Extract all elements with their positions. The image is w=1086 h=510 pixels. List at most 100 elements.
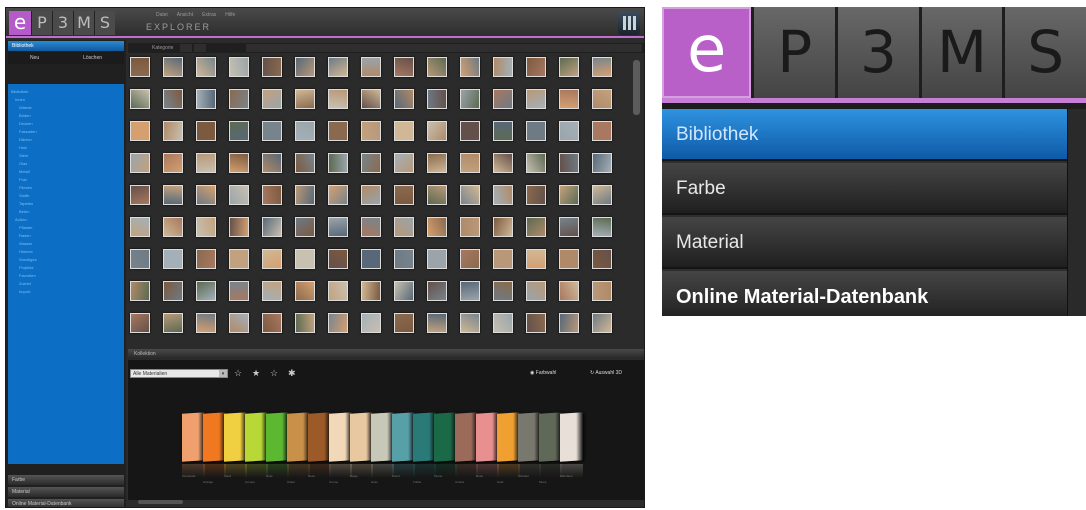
material-thumbnail[interactable] [163,121,183,141]
material-thumbnail[interactable] [328,217,348,237]
material-thumbnail[interactable] [295,281,315,301]
material-thumbnail[interactable] [196,89,216,109]
color-swatch[interactable] [413,412,436,462]
material-thumbnail[interactable] [361,89,381,109]
inset-nav-library[interactable]: Bibliothek [662,109,1067,161]
material-thumbnail[interactable] [361,217,381,237]
material-thumbnail[interactable] [196,313,216,333]
tree-item[interactable]: Bibliothek [11,88,121,96]
material-thumbnail[interactable] [559,281,579,301]
inset-nav-material[interactable]: Material [662,217,1067,269]
new-button[interactable]: Neu [30,55,39,61]
material-thumbnail[interactable] [328,313,348,333]
tree-item[interactable]: Innen [11,96,121,104]
material-thumbnail[interactable] [163,185,183,205]
material-thumbnail[interactable] [592,217,612,237]
color-swatch[interactable] [182,412,205,462]
menu-item-help[interactable]: Hilfe [225,12,235,18]
material-thumbnail[interactable] [163,153,183,173]
menu-item-file[interactable]: Datei [156,12,168,18]
material-thumbnail[interactable] [196,249,216,269]
tree-item[interactable]: Holz [11,144,121,152]
material-thumbnail[interactable] [361,313,381,333]
material-thumbnail[interactable] [361,121,381,141]
material-thumbnail[interactable] [460,89,480,109]
color-pick-button[interactable]: ◉ Farbwahl [530,369,556,378]
material-thumbnail[interactable] [328,249,348,269]
color-swatch[interactable] [560,412,583,462]
material-thumbnail[interactable] [592,249,612,269]
material-thumbnail[interactable] [460,121,480,141]
material-thumbnail[interactable] [394,217,414,237]
collection-scrollbar[interactable] [138,500,183,504]
tree-item[interactable]: Projekte [11,264,121,272]
material-thumbnail[interactable] [262,89,282,109]
material-thumbnail[interactable] [163,313,183,333]
color-swatch[interactable] [455,412,478,462]
tree-item[interactable]: Fassaden [11,128,121,136]
material-thumbnail[interactable] [196,217,216,237]
material-thumbnail[interactable] [262,57,282,77]
material-thumbnail[interactable] [328,89,348,109]
material-thumbnail[interactable] [295,121,315,141]
material-thumbnail[interactable] [130,153,150,173]
material-thumbnail[interactable] [130,185,150,205]
material-thumbnail[interactable] [295,217,315,237]
material-thumbnail[interactable] [592,281,612,301]
material-thumbnail[interactable] [394,89,414,109]
material-thumbnail[interactable] [559,121,579,141]
material-thumbnail[interactable] [328,57,348,77]
material-thumbnail[interactable] [328,121,348,141]
material-thumbnail[interactable] [229,313,249,333]
material-thumbnail[interactable] [526,249,546,269]
tree-item[interactable]: Wände [11,104,121,112]
material-thumbnail-grid[interactable] [130,57,624,349]
material-thumbnail[interactable] [130,313,150,333]
tree-item[interactable]: Decken [11,120,121,128]
material-thumbnail[interactable] [493,217,513,237]
material-thumbnail[interactable] [196,57,216,77]
tree-item[interactable]: Putz [11,176,121,184]
material-thumbnail[interactable] [559,217,579,237]
material-thumbnail[interactable] [295,185,315,205]
tree-item[interactable]: Favoriten [11,272,121,280]
material-thumbnail[interactable] [262,249,282,269]
material-thumbnail[interactable] [262,217,282,237]
material-thumbnail[interactable] [295,249,315,269]
material-thumbnail[interactable] [559,57,579,77]
material-thumbnail[interactable] [328,281,348,301]
material-thumbnail[interactable] [229,89,249,109]
material-thumbnail[interactable] [460,57,480,77]
material-thumbnail[interactable] [526,89,546,109]
material-thumbnail[interactable] [361,281,381,301]
tree-item[interactable]: Metall [11,168,121,176]
material-thumbnail[interactable] [361,249,381,269]
material-thumbnail[interactable] [394,313,414,333]
material-thumbnail[interactable] [427,121,447,141]
material-thumbnail[interactable] [526,313,546,333]
material-thumbnail[interactable] [592,121,612,141]
tree-item[interactable]: Stein [11,152,121,160]
material-thumbnail[interactable] [262,153,282,173]
material-thumbnail[interactable] [394,57,414,77]
tree-item[interactable]: Sonstiges [11,256,121,264]
material-thumbnail[interactable] [229,281,249,301]
material-thumbnail[interactable] [295,57,315,77]
material-thumbnail[interactable] [130,217,150,237]
star-outline-icon[interactable]: ☆ [270,368,278,378]
material-thumbnail[interactable] [229,185,249,205]
material-thumbnail[interactable] [394,153,414,173]
material-thumbnail[interactable] [493,185,513,205]
material-thumbnail[interactable] [328,185,348,205]
material-thumbnail[interactable] [460,217,480,237]
color-swatch[interactable] [287,412,310,462]
color-swatch[interactable] [203,412,226,462]
color-swatch[interactable] [308,412,331,462]
material-thumbnail[interactable] [361,153,381,173]
tree-item[interactable]: Fliesen [11,184,121,192]
material-thumbnail[interactable] [427,89,447,109]
tree-item[interactable]: Glas [11,160,121,168]
material-thumbnail[interactable] [196,153,216,173]
material-thumbnail[interactable] [559,249,579,269]
material-thumbnail[interactable] [526,153,546,173]
